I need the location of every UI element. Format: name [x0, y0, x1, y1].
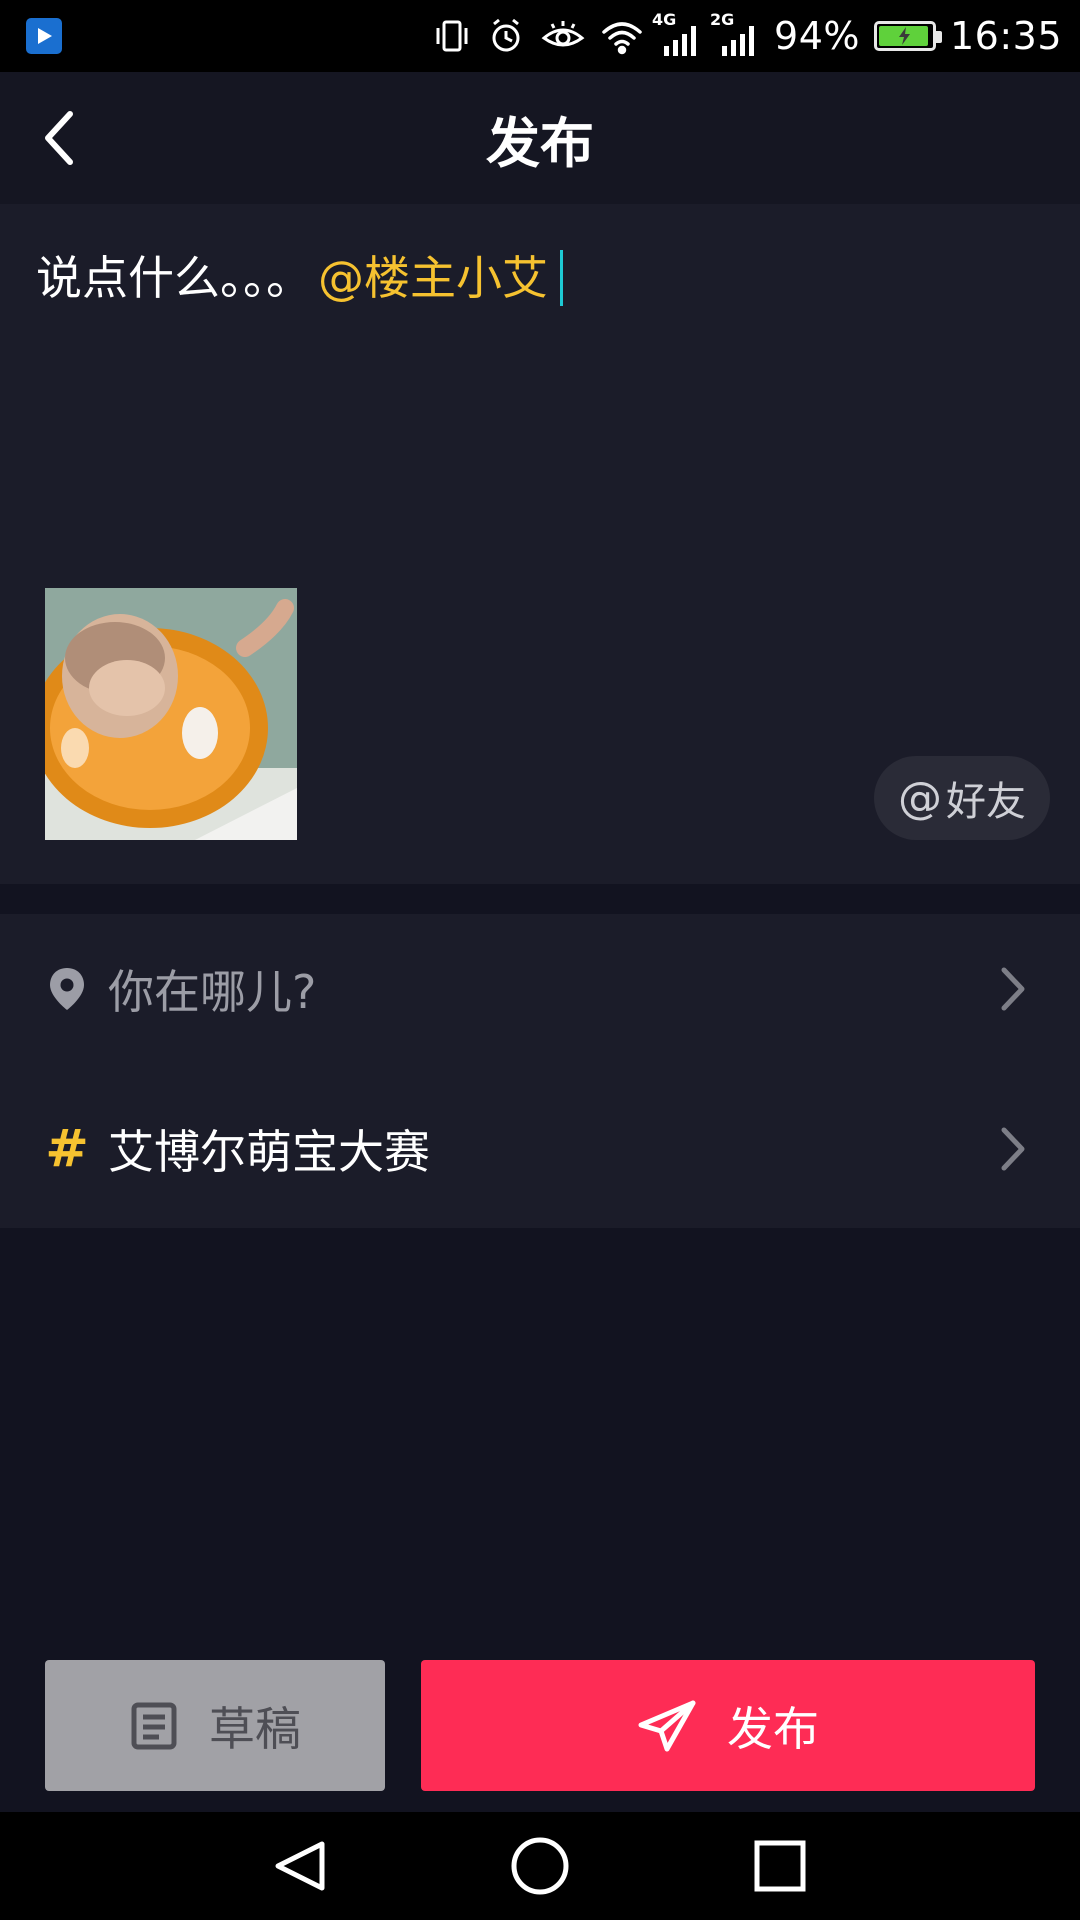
app-notification-icon: [26, 18, 62, 54]
network-type-4g: 4G: [652, 10, 677, 29]
save-draft-button[interactable]: 草稿: [45, 1660, 385, 1791]
wifi-icon: [600, 16, 644, 56]
chevron-left-icon: [45, 111, 73, 165]
battery-percent: 94%: [774, 14, 860, 58]
chevron-right-icon: [1001, 1127, 1025, 1171]
system-nav-bar: [0, 1812, 1080, 1920]
triangle-back-icon: [275, 1841, 325, 1891]
title-bar: 发布: [0, 72, 1080, 204]
draft-label: 草稿: [209, 1701, 301, 1756]
publish-options: 你在哪儿? # 艾博尔萌宝大赛: [0, 914, 1080, 1228]
mention-friend-label: 好友: [946, 779, 1026, 825]
status-bar: 4G 2G 94% 16:35: [0, 0, 1080, 72]
paper-plane-icon: [637, 1699, 697, 1753]
vibrate-icon: [432, 16, 472, 56]
compose-area: 说点什么。。。 @楼主小艾 @ 好友: [0, 204, 1080, 884]
nav-back-button[interactable]: [270, 1836, 330, 1896]
text-cursor: [560, 250, 563, 306]
at-icon: @: [898, 772, 942, 824]
status-indicators: 4G 2G 94% 16:35: [432, 0, 1062, 72]
publish-label: 发布: [727, 1701, 819, 1756]
video-thumbnail[interactable]: [45, 588, 297, 840]
caption-input[interactable]: 说点什么。。。 @楼主小艾: [36, 248, 563, 308]
circle-home-icon: [511, 1837, 569, 1895]
draft-icon: [129, 1701, 179, 1751]
battery-icon: [873, 21, 942, 51]
network-type-2g: 2G: [710, 10, 735, 29]
clock: 16:35: [949, 14, 1062, 58]
nav-home-button[interactable]: [510, 1836, 570, 1896]
location-label: 你在哪儿?: [108, 965, 317, 1019]
page-title: 发布: [486, 111, 594, 175]
caption-text: 说点什么。。。: [36, 251, 312, 305]
publish-screen: 4G 2G 94% 16:35 发布 说点什么。。。 @楼主小艾 @ 好友 你在…: [0, 0, 1080, 1920]
location-pin-icon: [44, 966, 90, 1012]
square-recents-icon: [754, 1840, 806, 1892]
signal-2g-icon: 2G: [710, 10, 760, 58]
back-button[interactable]: [30, 108, 90, 168]
eye-comfort-icon: [540, 16, 586, 56]
mention-friend-button[interactable]: @ 好友: [874, 756, 1050, 840]
alarm-icon: [486, 16, 526, 56]
topic-label: 艾博尔萌宝大赛: [108, 1125, 430, 1179]
signal-4g-icon: 4G: [652, 10, 702, 58]
chevron-right-icon: [1001, 967, 1025, 1011]
nav-recents-button[interactable]: [750, 1836, 810, 1896]
location-row[interactable]: 你在哪儿?: [0, 914, 1080, 1064]
hashtag-icon: #: [45, 1119, 89, 1179]
topic-row[interactable]: # 艾博尔萌宝大赛: [0, 1074, 1080, 1224]
publish-button[interactable]: 发布: [421, 1660, 1035, 1791]
caption-mention: @楼主小艾: [318, 251, 548, 305]
